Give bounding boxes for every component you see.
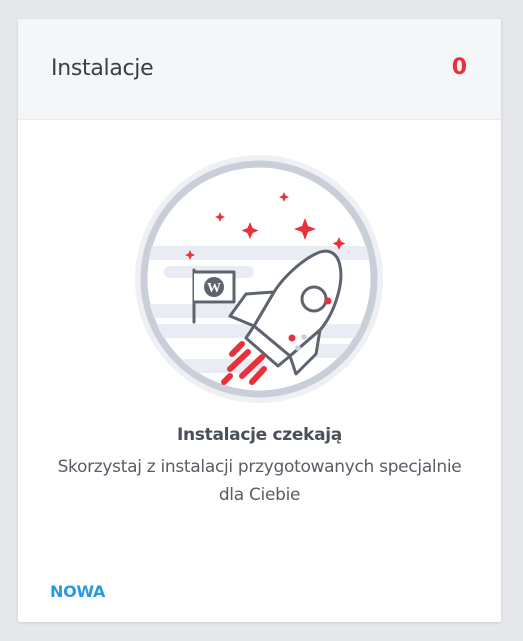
card-title: Instalacje xyxy=(51,56,154,81)
new-installation-link[interactable]: NOWA xyxy=(50,582,105,601)
installations-card: Instalacje 0 W Instalacje czekają Skorzy… xyxy=(18,19,501,622)
svg-text:W: W xyxy=(207,281,221,296)
rocket-illustration: W xyxy=(135,155,383,403)
empty-state-title: Instalacje czekają xyxy=(177,425,342,445)
card-header: Instalacje 0 xyxy=(18,19,501,120)
empty-state-description: Skorzystaj z instalacji przygotowanych s… xyxy=(57,457,462,505)
installations-count: 0 xyxy=(451,55,467,80)
